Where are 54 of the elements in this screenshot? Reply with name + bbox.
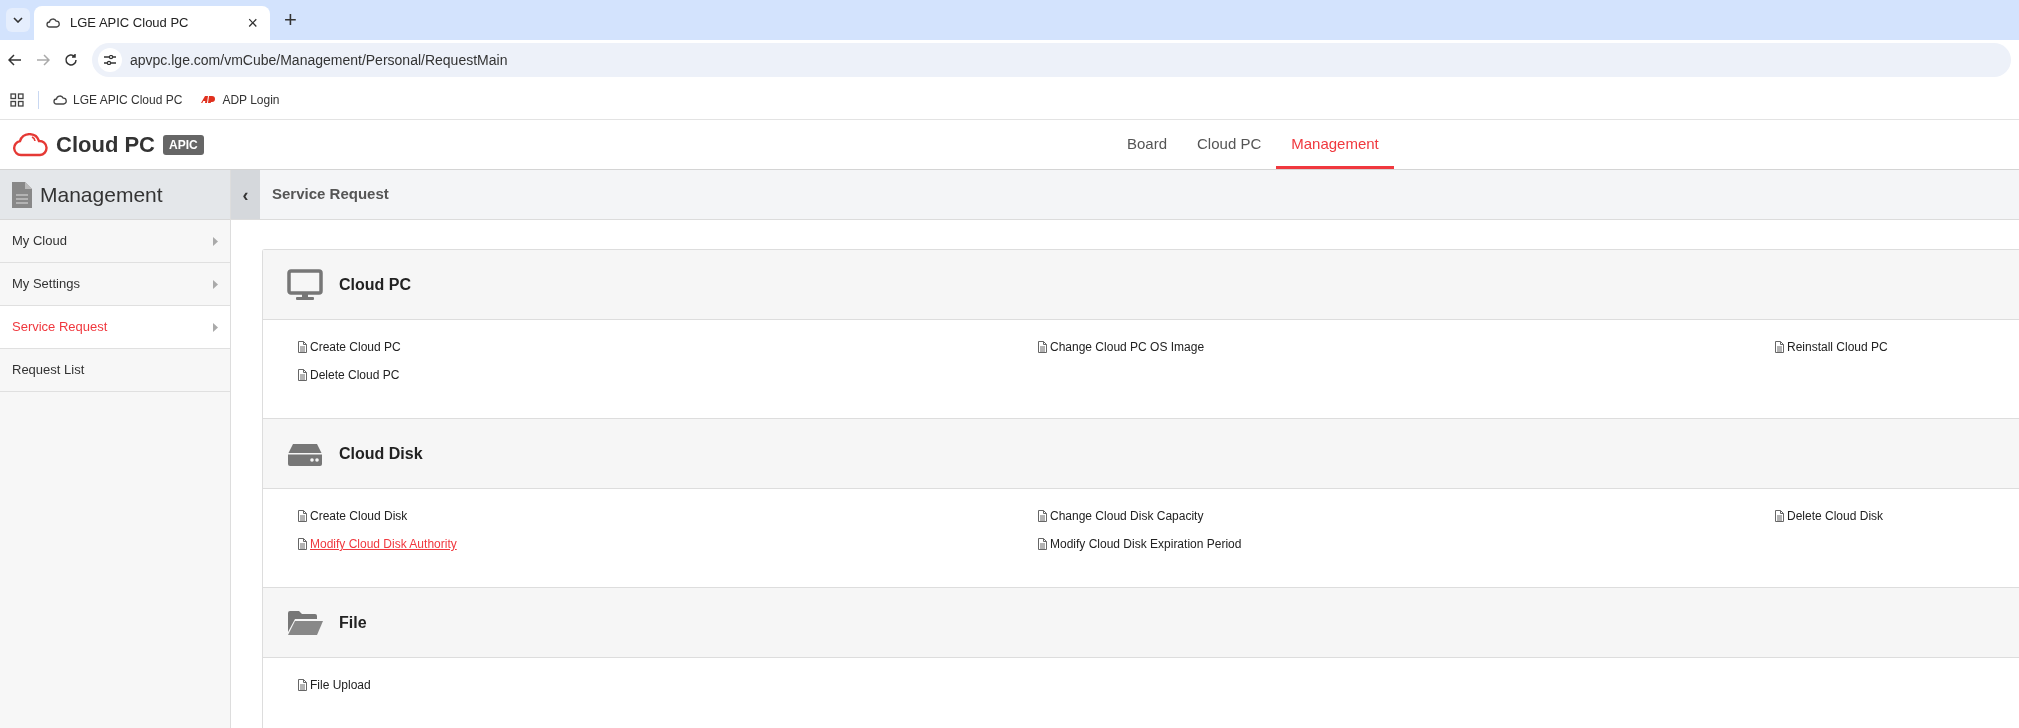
cloud-icon xyxy=(46,18,60,28)
nav-tab[interactable]: Board xyxy=(1112,120,1183,169)
document-icon xyxy=(1775,510,1784,522)
apps-grid-icon[interactable] xyxy=(10,92,24,107)
service-link[interactable]: Delete Cloud PC xyxy=(298,366,1038,384)
document-icon xyxy=(1775,341,1784,353)
nav-tab[interactable]: Cloud PC xyxy=(1182,120,1277,169)
document-icon xyxy=(298,679,307,691)
close-button[interactable]: × xyxy=(247,14,258,32)
url-text: apvpc.lge.com/vmCube/Management/Personal/RequestMain xyxy=(130,50,508,70)
bookmark-link[interactable]: LGE APIC Cloud PC xyxy=(53,90,183,109)
folder-icon xyxy=(287,609,323,636)
document-icon xyxy=(12,181,32,208)
new-tab-button[interactable]: + xyxy=(284,9,297,31)
document-icon xyxy=(1038,538,1047,550)
service-link[interactable]: Create Cloud Disk xyxy=(298,507,1038,525)
service-link[interactable]: Change Cloud PC OS Image xyxy=(1038,338,1775,356)
monitor-icon xyxy=(287,268,323,301)
back-arrow-icon[interactable] xyxy=(8,54,22,66)
cloud-icon xyxy=(53,94,67,105)
service-link[interactable]: Reinstall Cloud PC xyxy=(1775,338,2019,356)
service-link[interactable]: Modify Cloud Disk Expiration Period xyxy=(1038,535,1775,553)
browser-tab[interactable]: LGE APIC Cloud PC × xyxy=(34,6,270,40)
document-icon xyxy=(1038,341,1047,353)
hard-drive-icon xyxy=(287,441,323,466)
document-icon xyxy=(1038,510,1047,522)
collapse-button[interactable]: ‹ xyxy=(231,170,260,219)
site-info-button[interactable] xyxy=(98,48,122,72)
section-title: File xyxy=(339,612,367,633)
page-title: Service Request xyxy=(271,184,389,205)
sidebar-title: Management xyxy=(40,181,163,208)
address-bar[interactable]: apvpc.lge.com/vmCube/Management/Personal/RequestMain xyxy=(92,43,2011,77)
adp-logo-icon xyxy=(200,95,217,104)
reload-icon[interactable] xyxy=(64,53,78,67)
chevron-down-icon xyxy=(13,17,23,23)
document-icon xyxy=(298,341,307,353)
service-link[interactable]: File Upload xyxy=(298,676,1038,694)
tab-list-button[interactable] xyxy=(6,8,30,32)
logo-text: Cloud PC xyxy=(56,131,155,159)
service-link[interactable]: Delete Cloud Disk xyxy=(1775,507,2019,525)
logo-badge: APIC xyxy=(163,134,204,155)
section-title: Cloud Disk xyxy=(339,443,423,464)
sliders-icon xyxy=(104,55,116,65)
cloud-logo-icon xyxy=(12,132,48,157)
document-icon xyxy=(298,510,307,522)
tab-title: LGE APIC Cloud PC xyxy=(70,14,190,33)
section-title: Cloud PC xyxy=(339,274,411,295)
sidebar-item[interactable]: Service Request xyxy=(0,306,230,349)
bookmark-link[interactable]: ADP Login xyxy=(200,90,280,109)
service-link[interactable]: Modify Cloud Disk Authority xyxy=(298,535,1038,553)
document-icon xyxy=(298,369,307,381)
service-link[interactable]: Create Cloud PC xyxy=(298,338,1038,356)
service-link[interactable]: Change Cloud Disk Capacity xyxy=(1038,507,1775,525)
document-icon xyxy=(298,538,307,550)
